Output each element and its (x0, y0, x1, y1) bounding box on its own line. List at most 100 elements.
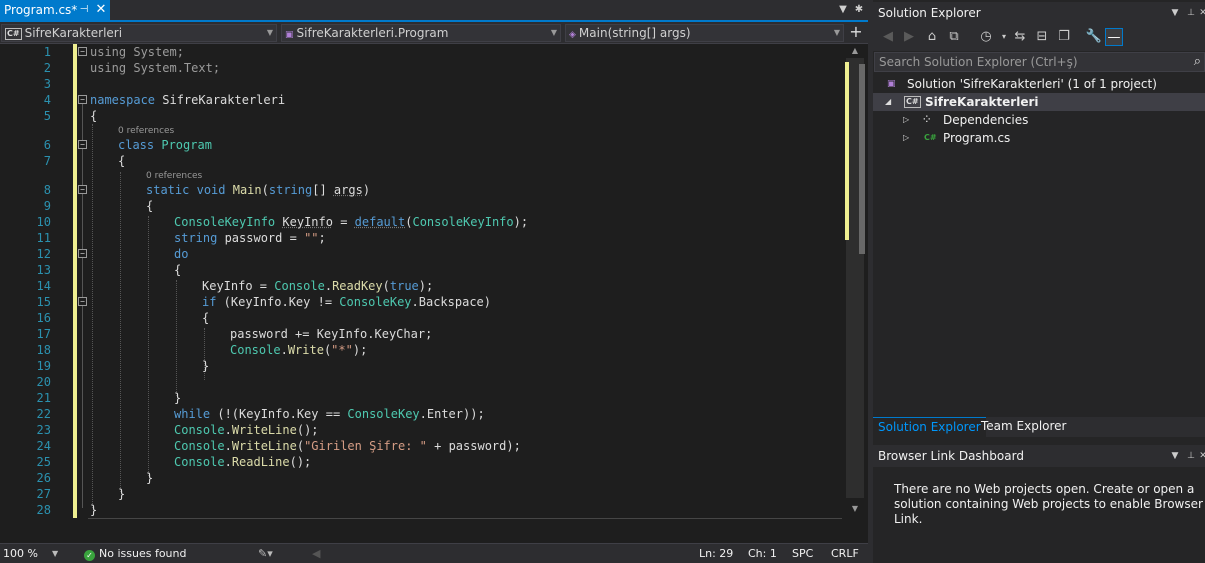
line-number: 11 (36, 231, 51, 245)
collapse-region-icon[interactable]: − (78, 297, 87, 306)
back-icon[interactable]: ◀ (879, 28, 897, 46)
column-indicator[interactable]: Ch: 1 (748, 546, 777, 562)
code-line-27: } (118, 487, 126, 501)
line-number: 10 (36, 215, 51, 229)
line-number: 27 (36, 487, 51, 501)
indent-guide (148, 216, 149, 476)
code-line-2: using System.Text; (90, 61, 221, 75)
chevron-down-icon: ▼ (266, 28, 273, 37)
scroll-left-icon[interactable]: ◀ (312, 546, 320, 562)
scroll-up-icon[interactable]: ▲ (849, 46, 861, 55)
window-options-icon[interactable]: ▼ (1169, 445, 1181, 467)
line-number: 26 (36, 471, 51, 485)
code-line-10: ConsoleKeyInfo KeyInfo = default(Console… (174, 215, 529, 229)
issues-indicator[interactable]: ✓ No issues found (84, 546, 186, 562)
properties-wrench-icon[interactable]: 🔧 (1085, 28, 1103, 46)
window-options-icon[interactable]: ▼ (1169, 2, 1181, 24)
member-dropdown[interactable]: ◈ Main(string[] args) ▼ (565, 24, 844, 42)
line-number: 19 (36, 359, 51, 373)
collapse-region-icon[interactable]: − (78, 47, 87, 56)
split-editor-icon[interactable]: + (848, 24, 864, 42)
code-line-23: Console.WriteLine(); (174, 423, 319, 437)
code-editor-pane: Program.cs* ⊣ ✕ ▼ ✱ C# SifreKarakterleri … (0, 0, 868, 563)
close-icon[interactable]: ✕ (1197, 445, 1205, 467)
tab-solution-explorer[interactable]: Solution Explorer (873, 417, 986, 437)
brush-icon[interactable]: ✎▾ (258, 546, 273, 562)
line-number: 16 (36, 311, 51, 325)
tree-item-solution[interactable]: ▣ Solution 'SifreKarakterleri' (1 of 1 p… (873, 75, 1205, 93)
solution-tree: ▣ Solution 'SifreKarakterleri' (1 of 1 p… (873, 74, 1205, 414)
browser-link-message: There are no Web projects open. Create o… (894, 482, 1203, 526)
code-line-4: namespace SifreKarakterleri (90, 93, 286, 107)
class-references-codelens[interactable]: 0 references (118, 125, 174, 137)
collapsed-triangle-icon[interactable]: ▷ (903, 129, 909, 147)
tool-window-tabs: Solution Explorer Team Explorer (873, 417, 1205, 437)
switch-views-icon[interactable]: ⧉ (945, 28, 963, 46)
solution-icon: ▣ (887, 79, 896, 89)
code-line-17: password += KeyInfo.KeyChar; (230, 327, 433, 341)
change-tracking-margin (73, 44, 77, 518)
line-number: 12 (36, 247, 51, 261)
collapse-region-icon[interactable]: − (78, 249, 87, 258)
pending-changes-filter-icon[interactable]: ◷ (977, 28, 995, 46)
zoom-dropdown-icon[interactable]: ▼ (52, 546, 58, 562)
method-references-codelens[interactable]: 0 references (146, 170, 202, 182)
vertical-scrollbar[interactable]: ▲ ▼ (844, 44, 868, 520)
pin-icon[interactable]: ⊣ (77, 0, 91, 20)
close-icon[interactable]: ✕ (1197, 2, 1205, 24)
code-line-6: class Program (118, 138, 212, 152)
expanded-triangle-icon[interactable]: ◢ (885, 93, 891, 111)
outline-line (82, 104, 83, 508)
line-number: 2 (43, 61, 51, 75)
pin-icon[interactable]: ⊥ (1185, 445, 1197, 467)
show-all-files-icon[interactable]: ❐ (1055, 28, 1073, 46)
home-icon[interactable]: ⌂ (923, 28, 941, 46)
code-line-11: string password = ""; (174, 231, 326, 245)
sync-with-document-icon[interactable]: ⇆ (1011, 28, 1029, 46)
collapse-region-icon[interactable]: − (78, 95, 87, 104)
tree-item-dependencies[interactable]: ▷ ⁘ Dependencies (873, 111, 1205, 129)
line-number: 7 (43, 154, 51, 168)
pin-icon[interactable]: ⊥ (1185, 2, 1197, 24)
code-line-8: static void Main(string[] args) (146, 183, 371, 197)
preview-selected-items-icon[interactable]: — (1105, 28, 1123, 46)
tab-program-cs[interactable]: Program.cs* ⊣ ✕ (0, 0, 110, 20)
tab-team-explorer[interactable]: Team Explorer (976, 417, 1072, 437)
line-number: 3 (43, 77, 51, 91)
line-indicator[interactable]: Ln: 29 (699, 546, 733, 562)
tree-item-project[interactable]: ◢ C# SifreKarakterleri (873, 93, 1205, 111)
code-line-25: Console.ReadLine(); (174, 455, 312, 469)
line-number: 28 (36, 503, 51, 517)
collapse-region-icon[interactable]: − (78, 185, 87, 194)
tool-window-pane: Solution Explorer ▼ ⊥ ✕ ◀ ▶ ⌂ ⧉ ◷ ▾ ⇆ ⊟ … (873, 0, 1205, 563)
tree-item-program-cs[interactable]: ▷ C# Program.cs (873, 129, 1205, 147)
project-dropdown[interactable]: C# SifreKarakterleri ▼ (1, 24, 277, 42)
close-icon[interactable]: ✕ (94, 0, 108, 20)
collapse-region-icon[interactable]: − (78, 140, 87, 149)
whitespace-mode[interactable]: SPC (792, 546, 813, 562)
line-number: 29 (0, 518, 51, 520)
solution-explorer-search-input[interactable]: Search Solution Explorer (Ctrl+ş) ⌕ (874, 52, 1205, 72)
forward-icon[interactable]: ▶ (900, 28, 918, 46)
zoom-level[interactable]: 100 % (3, 546, 38, 562)
scroll-down-icon[interactable]: ▼ (849, 504, 861, 513)
chevron-down-icon: ▼ (833, 28, 840, 37)
indent-guide (176, 280, 177, 396)
line-number: 9 (43, 199, 51, 213)
type-dropdown[interactable]: ▣ SifreKarakterleri.Program ▼ (281, 24, 561, 42)
collapse-all-icon[interactable]: ⊟ (1033, 28, 1051, 46)
line-number: 6 (43, 138, 51, 152)
code-line-19: } (202, 359, 210, 373)
code-line-26: } (146, 471, 154, 485)
code-line-21: } (174, 391, 182, 405)
line-number: 17 (36, 327, 51, 341)
scroll-thumb[interactable] (859, 64, 865, 254)
search-icon[interactable]: ⌕ (1194, 53, 1201, 71)
line-ending-mode[interactable]: CRLF (831, 546, 859, 562)
collapsed-triangle-icon[interactable]: ▷ (903, 111, 909, 129)
settings-gear-icon[interactable]: ✱ (852, 2, 866, 18)
code-text-area[interactable]: 1 2 3 4 5 6 7 8 9 10 11 12 13 14 15 16 17 18 19 20 21 22 23 24 2… (0, 44, 844, 520)
code-line-16: { (202, 311, 210, 325)
solution-explorer-toolbar: ◀ ▶ ⌂ ⧉ ◷ ▾ ⇆ ⊟ ❐ 🔧 — (873, 24, 1205, 51)
tab-list-dropdown-icon[interactable]: ▼ (836, 2, 850, 18)
